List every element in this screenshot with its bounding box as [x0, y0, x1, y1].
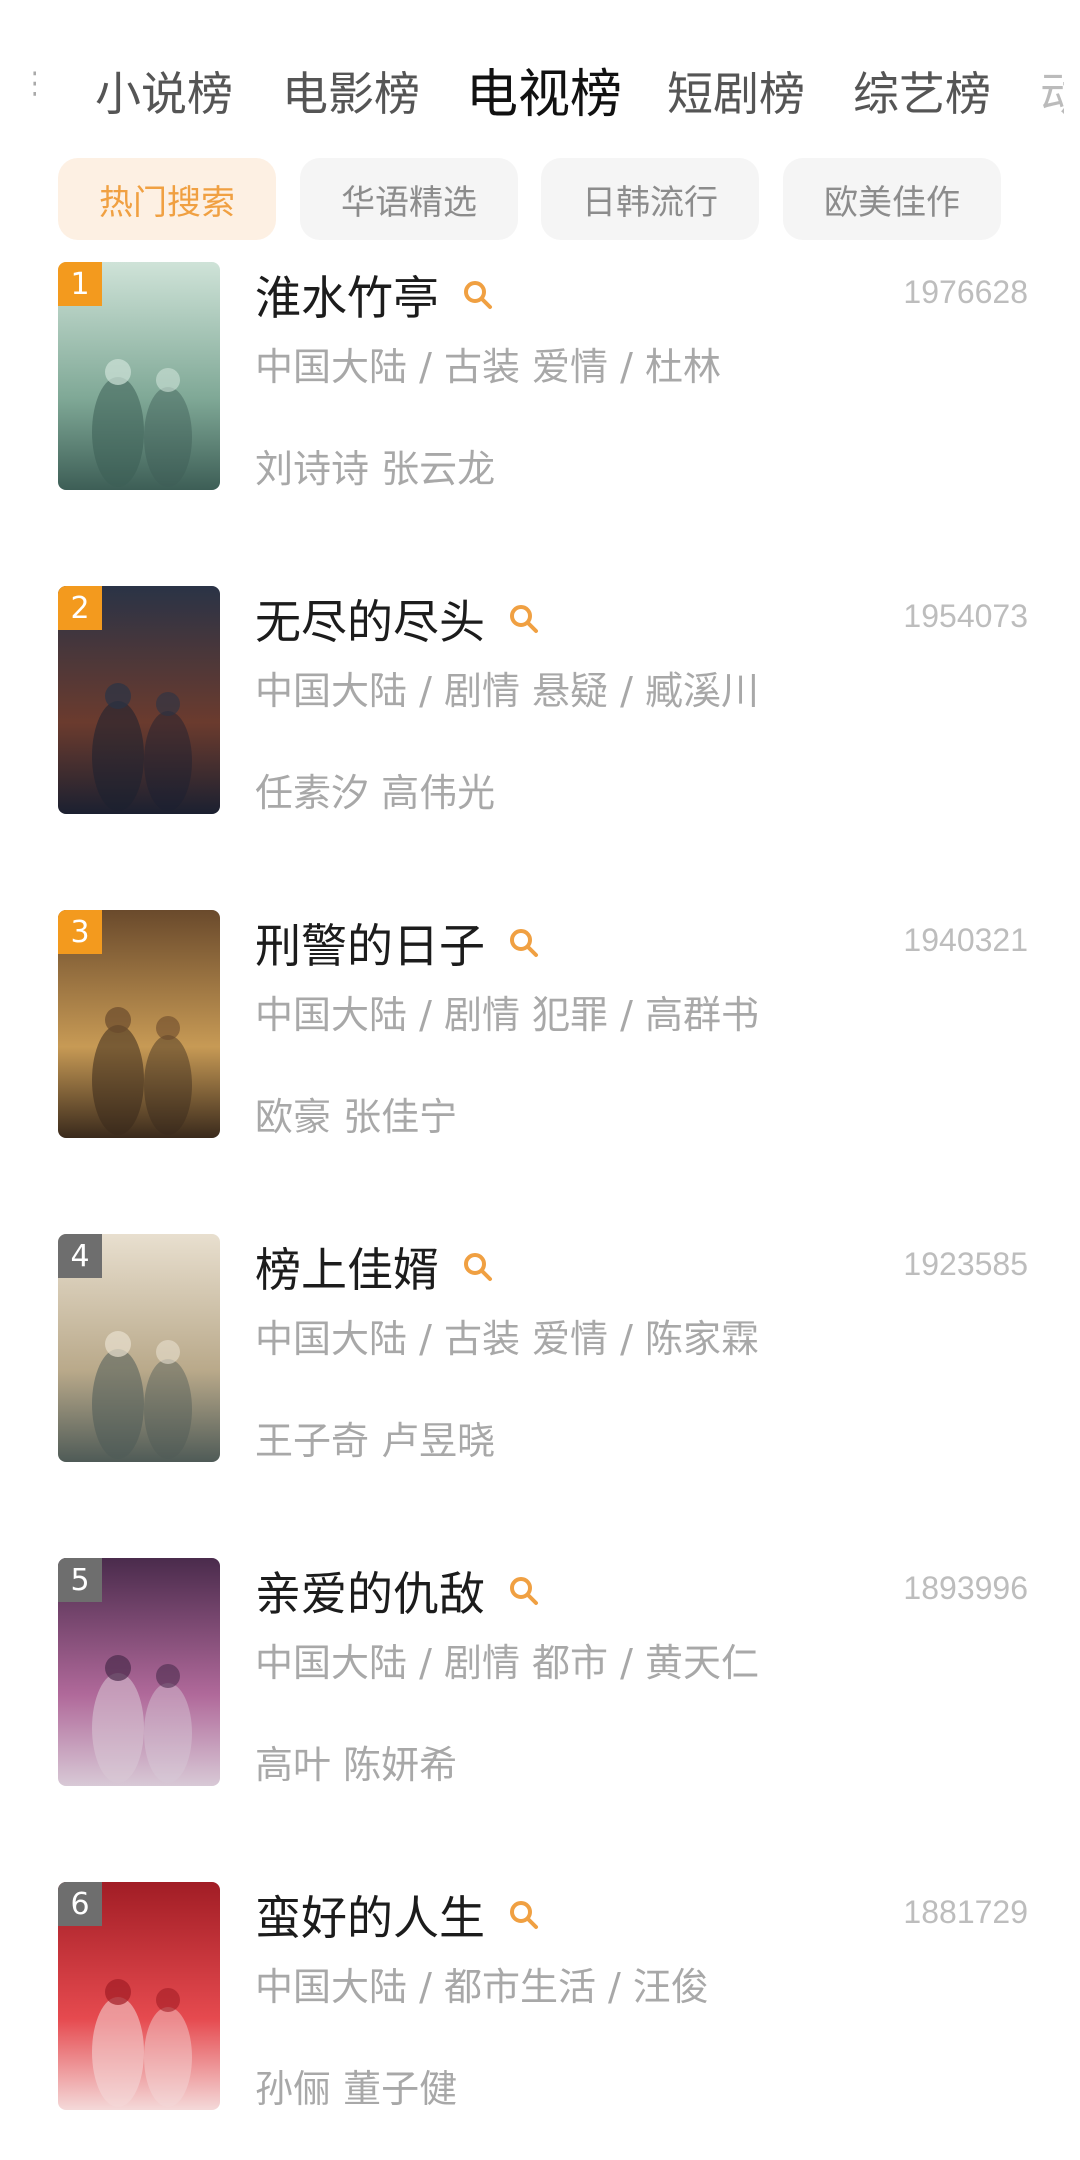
item-title-text: 无尽的尽头 [255, 595, 485, 649]
overflow-tab-right[interactable]: 动 [1040, 58, 1064, 124]
item-title-text: 亲爱的仇敌 [255, 1567, 485, 1621]
poster-image[interactable]: 3 [58, 910, 220, 1138]
poster-image[interactable]: 4 [58, 1234, 220, 1462]
item-meta: 中国大陆 / 剧情 都市 / 黄天仁 [255, 1641, 760, 1685]
tab-short-drama[interactable]: 短剧榜 [667, 58, 805, 124]
item-meta: 中国大陆 / 古装 爱情 / 杜林 [255, 345, 722, 389]
item-title[interactable]: 亲爱的仇敌 [255, 1558, 541, 1624]
list-item[interactable]: 4 榜上佳婿 1923585 中国大陆 / 古装 爱情 / 陈家霖 王子奇 卢昱… [0, 1234, 1080, 1466]
poster-image[interactable]: 5 [58, 1558, 220, 1786]
item-cast: 王子奇 卢昱晓 [255, 1419, 496, 1463]
item-title[interactable]: 刑警的日子 [255, 910, 541, 976]
heat-score: 1893996 [903, 1570, 1028, 1606]
search-icon[interactable] [461, 1250, 495, 1284]
heat-score: 1976628 [903, 274, 1028, 310]
heat-score: 1881729 [903, 1894, 1028, 1930]
poster-image[interactable]: 2 [58, 586, 220, 814]
filter-jk-popular[interactable]: 日韩流行 [541, 158, 759, 240]
search-icon[interactable] [507, 1574, 541, 1608]
poster-image[interactable]: 6 [58, 1882, 220, 2110]
item-title[interactable]: 无尽的尽头 [255, 586, 541, 652]
category-tabs: ⋮ 小说榜 电影榜 电视榜 短剧榜 综艺榜 动 [0, 48, 1080, 132]
item-title-text: 蛮好的人生 [255, 1891, 485, 1945]
search-icon[interactable] [461, 278, 495, 312]
tab-variety[interactable]: 综艺榜 [853, 58, 991, 124]
item-meta: 中国大陆 / 剧情 悬疑 / 臧溪川 [255, 669, 760, 713]
poster-image[interactable]: 1 [58, 262, 220, 490]
tab-movie[interactable]: 电影榜 [282, 58, 420, 124]
rank-badge: 5 [58, 1558, 102, 1602]
item-title-text: 榜上佳婿 [255, 1243, 439, 1297]
overflow-tab-left-icon[interactable]: ⋮ [20, 66, 36, 101]
heat-score: 1954073 [903, 598, 1028, 634]
item-title[interactable]: 蛮好的人生 [255, 1882, 541, 1948]
rank-badge: 2 [58, 586, 102, 630]
list-item[interactable]: 6 蛮好的人生 1881729 中国大陆 / 都市生活 / 汪俊 孙俪 董子健 [0, 1882, 1080, 2114]
item-title[interactable]: 榜上佳婿 [255, 1234, 495, 1300]
tab-novel[interactable]: 小说榜 [95, 58, 233, 124]
list-item[interactable]: 1 淮水竹亭 1976628 中国大陆 / 古装 爱情 / 杜林 刘诗诗 张云龙 [0, 262, 1080, 494]
list-item[interactable]: 2 无尽的尽头 1954073 中国大陆 / 剧情 悬疑 / 臧溪川 任素汐 高… [0, 586, 1080, 818]
item-meta: 中国大陆 / 剧情 犯罪 / 高群书 [255, 993, 760, 1037]
rank-badge: 3 [58, 910, 102, 954]
filter-western-picks[interactable]: 欧美佳作 [783, 158, 1001, 240]
search-icon[interactable] [507, 602, 541, 636]
item-cast: 孙俪 董子健 [255, 2067, 458, 2111]
search-icon[interactable] [507, 1898, 541, 1932]
list-item[interactable]: 3 刑警的日子 1940321 中国大陆 / 剧情 犯罪 / 高群书 欧豪 张佳… [0, 910, 1080, 1142]
item-meta: 中国大陆 / 都市生活 / 汪俊 [255, 1965, 709, 2009]
list-item[interactable]: 5 亲爱的仇敌 1893996 中国大陆 / 剧情 都市 / 黄天仁 高叶 陈妍… [0, 1558, 1080, 1790]
rank-badge: 1 [58, 262, 102, 306]
filter-chinese-picks[interactable]: 华语精选 [300, 158, 518, 240]
item-title-text: 刑警的日子 [255, 919, 485, 973]
item-cast: 高叶 陈妍希 [255, 1743, 458, 1787]
item-cast: 任素汐 高伟光 [255, 771, 496, 815]
heat-score: 1940321 [903, 922, 1028, 958]
tab-tv[interactable]: 电视榜 [466, 52, 622, 127]
heat-score: 1923585 [903, 1246, 1028, 1282]
item-cast: 欧豪 张佳宁 [255, 1095, 458, 1139]
item-title[interactable]: 淮水竹亭 [255, 262, 495, 328]
filter-hot-search[interactable]: 热门搜索 [58, 158, 276, 240]
rank-badge: 6 [58, 1882, 102, 1926]
item-meta: 中国大陆 / 古装 爱情 / 陈家霖 [255, 1317, 760, 1361]
search-icon[interactable] [507, 926, 541, 960]
rank-badge: 4 [58, 1234, 102, 1278]
item-title-text: 淮水竹亭 [255, 271, 439, 325]
item-cast: 刘诗诗 张云龙 [255, 447, 496, 491]
